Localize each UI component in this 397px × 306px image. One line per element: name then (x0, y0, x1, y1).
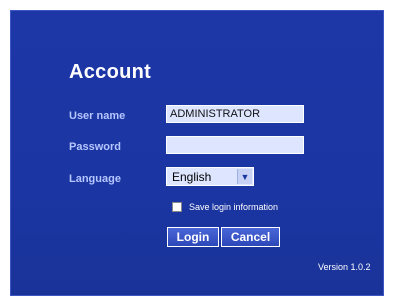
language-selected-value: English (172, 170, 212, 184)
language-select[interactable]: English ▼ (166, 167, 254, 186)
save-login-label: Save login information (189, 202, 279, 212)
page-title: Account (69, 61, 152, 83)
version-label: Version 1.0.2 (318, 262, 371, 272)
login-panel: Account User name Password Language Engl… (10, 10, 384, 296)
password-label: Password (69, 141, 121, 153)
language-label: Language (69, 173, 121, 185)
cancel-button[interactable]: Cancel (221, 227, 280, 247)
user-name-label: User name (69, 110, 126, 122)
password-input[interactable] (166, 136, 304, 154)
user-name-input[interactable] (166, 105, 304, 123)
login-button[interactable]: Login (167, 227, 219, 247)
save-login-checkbox[interactable] (172, 202, 182, 212)
chevron-down-icon[interactable]: ▼ (237, 169, 252, 184)
